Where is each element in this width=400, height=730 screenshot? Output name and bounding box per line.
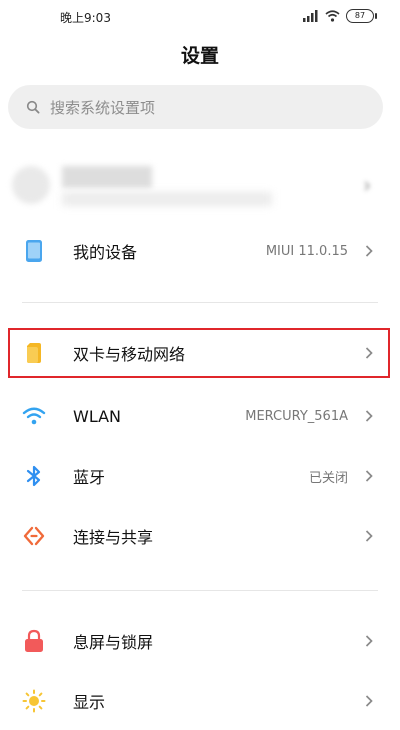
row-value: MIUI 11.0.15	[265, 243, 348, 259]
row-label: 息屏与锁屏	[73, 633, 154, 652]
divider	[22, 302, 378, 303]
account-subtitle-blurred	[62, 192, 272, 206]
row-display[interactable]: 显示	[0, 672, 400, 730]
row-label: 连接与共享	[73, 528, 154, 547]
page-title: 设置	[180, 45, 219, 67]
signal-icon	[303, 7, 319, 26]
row-bluetooth[interactable]: 蓝牙 已关闭	[0, 447, 400, 505]
divider	[22, 590, 378, 591]
row-label: 我的设备	[73, 243, 138, 262]
battery-icon: 87	[346, 9, 377, 23]
chevron-right-icon	[364, 634, 374, 648]
row-my-device[interactable]: 我的设备 MIUI 11.0.15	[0, 222, 400, 280]
account-card[interactable]	[0, 152, 400, 216]
search-icon	[26, 100, 40, 114]
avatar	[12, 166, 50, 204]
status-time: 晚上9:03	[60, 11, 111, 25]
sim-card-icon	[22, 341, 46, 365]
row-label: 蓝牙	[73, 468, 106, 487]
row-lock-screen[interactable]: 息屏与锁屏	[0, 612, 400, 670]
search-placeholder: 搜索系统设置项	[50, 98, 156, 117]
row-label: 显示	[73, 693, 106, 712]
wifi-icon	[325, 7, 340, 26]
wifi-icon	[22, 404, 46, 428]
row-value: 已关闭	[308, 470, 348, 486]
account-name-blurred	[62, 166, 152, 188]
row-label: 双卡与移动网络	[73, 345, 186, 364]
row-sim-network[interactable]: 双卡与移动网络	[0, 324, 400, 382]
chevron-right-icon	[364, 409, 374, 423]
phone-icon	[22, 239, 46, 263]
search-input[interactable]: 搜索系统设置项	[8, 85, 383, 129]
status-icons: 87	[303, 7, 377, 26]
lock-icon	[22, 629, 46, 653]
sun-icon	[22, 689, 46, 713]
row-connection-sharing[interactable]: 连接与共享	[0, 507, 400, 565]
chevron-right-icon	[364, 346, 374, 360]
status-bar: 晚上9:03 87	[0, 0, 400, 34]
chevron-right-icon	[364, 244, 374, 258]
row-wlan[interactable]: WLAN MERCURY_561A	[0, 387, 400, 445]
chevron-right-icon	[364, 529, 374, 543]
bluetooth-icon	[22, 464, 46, 488]
chevron-right-icon	[362, 176, 372, 191]
chevron-right-icon	[364, 469, 374, 483]
row-label: WLAN	[73, 406, 122, 426]
row-value: MERCURY_561A	[245, 408, 348, 424]
chevron-right-icon	[364, 694, 374, 708]
share-icon	[22, 524, 46, 548]
